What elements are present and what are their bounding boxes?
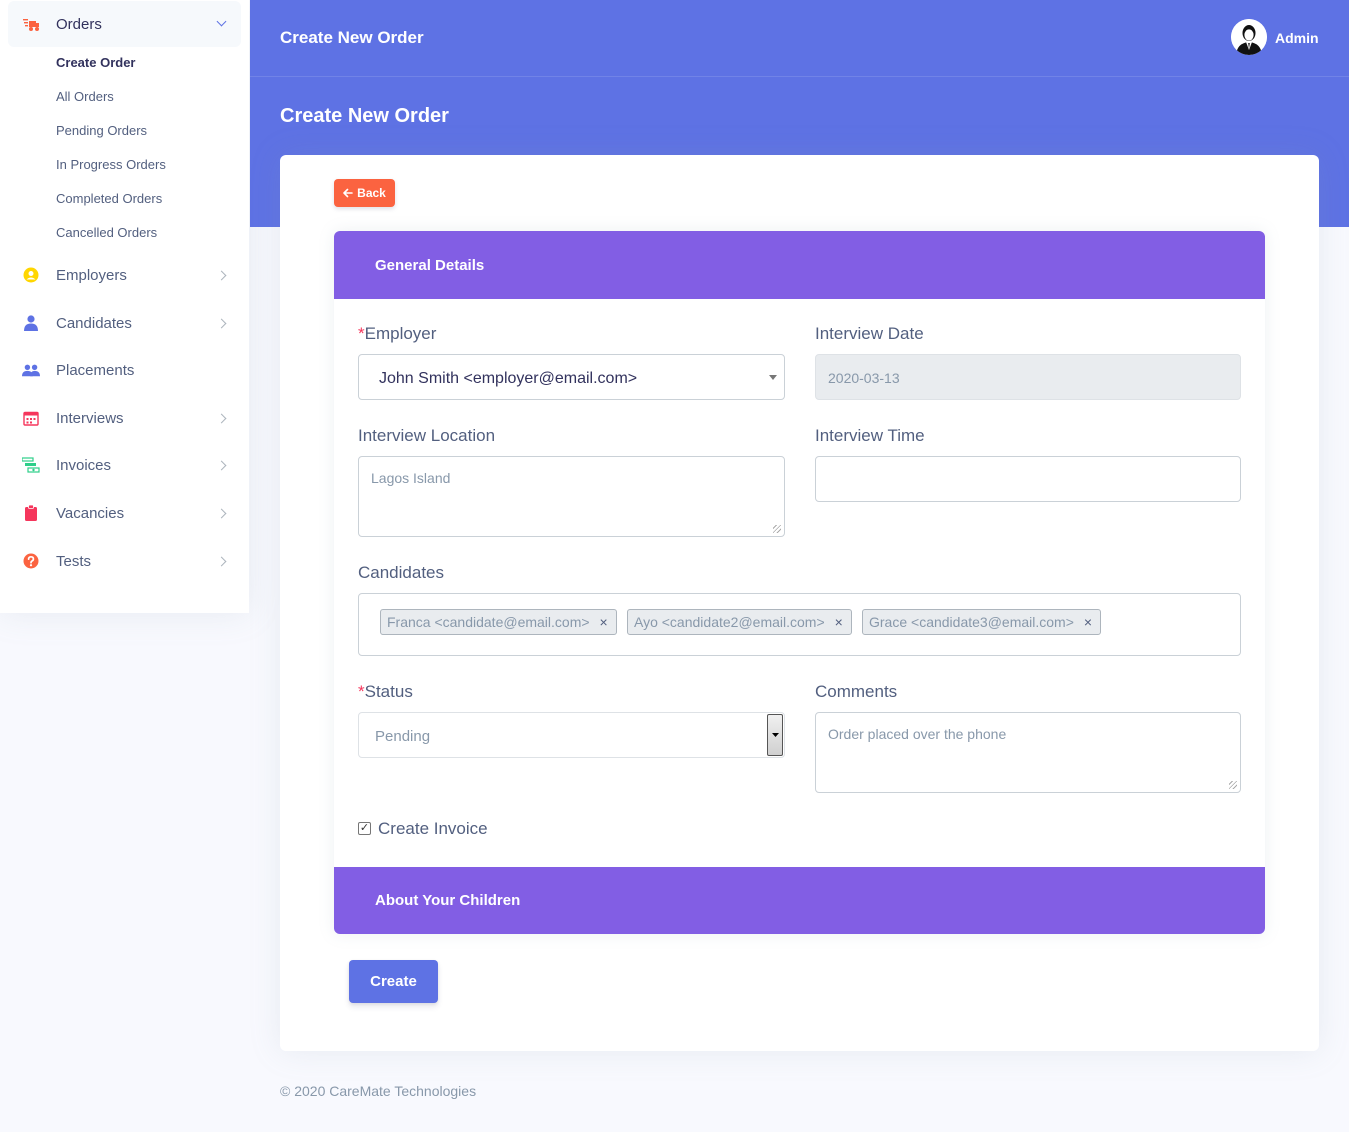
resize-handle-icon[interactable] <box>773 525 781 533</box>
remove-tag-icon[interactable]: × <box>1084 614 1092 630</box>
status-label: *Status <box>358 682 413 702</box>
sidebar-subitem-all-orders[interactable]: All Orders <box>56 89 114 104</box>
remove-tag-icon[interactable]: × <box>835 614 843 630</box>
remove-tag-icon[interactable]: × <box>600 614 608 630</box>
chevron-right-icon <box>216 270 227 280</box>
status-select-value: Pending <box>375 728 431 745</box>
sidebar-item-label: Placements <box>56 361 135 379</box>
sidebar-item-label: Interviews <box>56 409 124 427</box>
status-label-text: Status <box>364 682 413 701</box>
comments-label: Comments <box>815 682 898 701</box>
sidebar-subitem-pending-orders[interactable]: Pending Orders <box>56 123 147 138</box>
chevron-down-icon <box>216 16 227 27</box>
sidebar-item-label: Vacancies <box>56 504 125 522</box>
candidates-label: Candidates <box>358 563 445 582</box>
sidebar-item-placements[interactable]: Placements <box>8 347 241 393</box>
interview-time-input[interactable] <box>815 456 1241 502</box>
header-divider <box>250 76 1349 77</box>
interview-date-label: Interview Date <box>815 324 924 343</box>
page-title: Create New Order <box>280 105 449 127</box>
interview-date-value: 2020-03-13 <box>828 370 900 386</box>
general-details-header: General Details <box>334 231 1265 299</box>
user-name[interactable]: Admin <box>1275 30 1319 46</box>
employer-select-value: John Smith <employer@email.com> <box>379 370 638 387</box>
question-icon <box>22 552 40 570</box>
interview-location-textarea[interactable]: Lagos Island <box>358 456 785 537</box>
interview-date-input[interactable]: 2020-03-13 <box>815 354 1241 400</box>
candidate-tag-label: Franca <candidate@email.com> <box>387 614 590 630</box>
employer-label-text: Employer <box>364 324 437 343</box>
sidebar-item-label: Employers <box>56 266 127 284</box>
caret-down-icon <box>769 375 777 380</box>
check-icon: ✓ <box>359 822 370 834</box>
interview-location-value: Lagos Island <box>371 470 451 486</box>
avatar[interactable] <box>1231 19 1267 55</box>
chevron-right-icon <box>216 318 227 328</box>
section-title: About Your Children <box>375 892 521 909</box>
header-title: Create New Order <box>280 28 424 47</box>
sidebar-item-vacancies[interactable]: Vacancies <box>8 490 241 536</box>
comments-textarea[interactable]: Order placed over the phone <box>815 712 1241 793</box>
candidate-tag-label: Ayo <candidate2@email.com> <box>634 614 825 630</box>
resize-handle-icon[interactable] <box>1229 781 1237 789</box>
select-arrow-button[interactable] <box>767 714 783 756</box>
candidate-tag-label: Grace <candidate3@email.com> <box>869 614 1074 630</box>
chevron-right-icon <box>216 508 227 518</box>
arrow-left-icon <box>343 188 353 198</box>
create-invoice-checkbox[interactable]: ✓ <box>358 822 371 835</box>
candidate-tag: Ayo <candidate2@email.com> × <box>627 609 852 635</box>
candidate-tag: Franca <candidate@email.com> × <box>380 609 617 635</box>
candidate-tag: Grace <candidate3@email.com> × <box>862 609 1102 635</box>
sidebar-item-tests[interactable]: Tests <box>8 538 241 584</box>
employer-select[interactable]: John Smith <employer@email.com> <box>358 354 785 400</box>
sidebar-item-invoices[interactable]: Invoices <box>8 442 241 488</box>
clipboard-icon <box>22 504 40 522</box>
back-button[interactable]: Back <box>334 179 395 207</box>
sidebar-subitem-create-order[interactable]: Create Order <box>56 55 135 70</box>
sidebar-item-label: Tests <box>56 552 92 570</box>
sidebar-subitem-cancelled-orders[interactable]: Cancelled Orders <box>56 225 157 240</box>
chevron-right-icon <box>216 556 227 566</box>
chevron-right-icon <box>216 460 227 470</box>
sidebar-item-interviews[interactable]: Interviews <box>8 395 241 441</box>
sidebar-item-candidates[interactable]: Candidates <box>8 300 241 346</box>
sidebar-item-employers[interactable]: Employers <box>8 252 241 298</box>
sidebar-item-label: Orders <box>56 15 102 33</box>
back-button-label: Back <box>357 186 386 200</box>
section-title: General Details <box>375 256 485 274</box>
sidebar: Orders Create Order All Orders Pending O… <box>0 0 249 613</box>
interview-location-label: Interview Location <box>358 426 496 445</box>
chevron-right-icon <box>216 413 227 423</box>
create-invoice-label[interactable]: Create Invoice <box>378 819 488 839</box>
avatar-icon <box>1231 19 1267 55</box>
sidebar-subitem-completed-orders[interactable]: Completed Orders <box>56 191 162 206</box>
create-button[interactable]: Create <box>349 960 438 1003</box>
sidebar-subitem-in-progress-orders[interactable]: In Progress Orders <box>56 157 166 172</box>
about-children-header[interactable]: About Your Children <box>334 867 1265 934</box>
caret-down-icon <box>771 733 779 737</box>
money-icon <box>22 456 40 474</box>
user-circle-icon <box>22 266 40 284</box>
users-icon <box>22 361 40 379</box>
required-mark: * <box>358 682 365 701</box>
employer-label: *Employer <box>358 324 436 344</box>
calendar-icon <box>22 409 40 427</box>
sidebar-item-label: Invoices <box>56 456 112 474</box>
status-select[interactable]: Pending <box>358 712 785 758</box>
comments-value: Order placed over the phone <box>828 726 1007 742</box>
sidebar-item-orders[interactable]: Orders <box>8 1 241 47</box>
user-icon <box>22 314 40 332</box>
truck-icon <box>22 15 40 33</box>
interview-time-label: Interview Time <box>815 426 925 445</box>
footer-copyright: © 2020 CareMate Technologies <box>280 1083 477 1099</box>
required-mark: * <box>358 324 365 343</box>
sidebar-item-label: Candidates <box>56 314 132 332</box>
